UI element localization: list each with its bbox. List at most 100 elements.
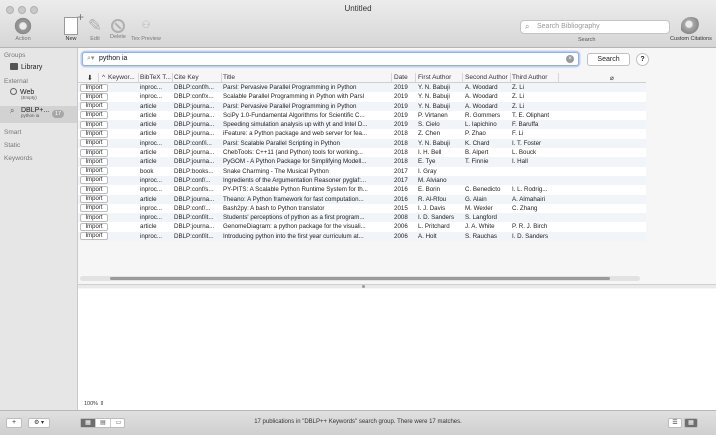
import-button[interactable]: Import (80, 129, 108, 138)
cell-third-author: I. Hall (512, 158, 528, 166)
attachment-col-icon[interactable]: ⌀ (610, 74, 614, 82)
col-title[interactable]: Title (223, 74, 391, 81)
col-cite-key[interactable]: Cite Key (174, 74, 222, 81)
table-row[interactable]: Import article DBLP:journa... Theano: A Pyt… (78, 194, 646, 204)
horizontal-scrollbar[interactable] (80, 276, 640, 281)
cell-bibtex-type: inproc... (140, 232, 163, 240)
cell-third-author: Z. Li (512, 102, 525, 110)
cell-cite-key: DBLP:journa... (174, 130, 215, 138)
add-group-button[interactable]: + (6, 418, 22, 428)
cell-date: 2018 (394, 149, 408, 157)
clear-search-icon[interactable]: × (566, 55, 574, 63)
cell-cite-key: DBLP:journa... (174, 195, 215, 203)
cell-bibtex-type: inproc... (140, 214, 163, 222)
zoom-control[interactable]: 100% ⇕ (84, 401, 104, 407)
grid-view-icon[interactable]: ▦ (684, 418, 698, 428)
table-row[interactable]: Import inproc... DBLP:conf/... Ingredients … (78, 175, 646, 186)
table-row[interactable]: Import article DBLP:journa... Parsl: Pervas… (78, 101, 646, 111)
split-divider[interactable] (78, 284, 716, 288)
groups-header: Groups (4, 52, 26, 59)
cell-first-author: A. Holt (418, 232, 437, 240)
import-button[interactable]: Import (80, 222, 108, 231)
bibliography-search-input[interactable]: ⌕ Search Bibliography (520, 20, 670, 34)
cell-first-author: I. Gray (418, 167, 437, 175)
cell-third-author: I. T. Foster (512, 139, 542, 147)
table-row[interactable]: Import inproc... DBLP:conf/it... Students' … (78, 213, 646, 223)
import-button[interactable]: Import (80, 92, 108, 101)
cell-date: 2017 (394, 167, 408, 175)
cell-title: Bash2py: A bash to Python translator (223, 204, 325, 212)
table-row[interactable]: Import inproc... DBLP:conf/s... PY-PITS: A … (78, 185, 646, 195)
col-second-author[interactable]: Second Author (465, 74, 511, 81)
cell-second-author: R. Gommers (465, 111, 501, 119)
import-button[interactable]: Import (80, 213, 108, 222)
table-row[interactable]: Import inproc... DBLP:conf/h... Parsl: Perv… (78, 83, 646, 93)
import-button[interactable]: Import (80, 148, 108, 157)
sidebar-item-dblp[interactable]: ⌕ DBLP+... python ia (10, 107, 49, 119)
table-row[interactable]: Import inproc... DBLP:conf/i... Parsl: Scal… (78, 138, 646, 149)
table-row[interactable]: Import inproc... DBLP:conf/x... Scalable Pa… (78, 92, 646, 102)
col-date[interactable]: Date (394, 74, 414, 81)
table-row[interactable]: Import book DBLP:books... Snake Charming - … (78, 166, 646, 176)
cell-second-author: J. A. White (465, 223, 495, 231)
table-row[interactable]: Import article DBLP:journa... ChebTools: C+… (78, 148, 646, 158)
glasses-icon: ⚇ (141, 20, 151, 31)
cell-first-author: Z. Chen (418, 130, 441, 138)
cell-first-author: E. Borin (418, 186, 441, 194)
cell-date: 2019 (394, 84, 408, 91)
import-button[interactable]: Import (80, 167, 108, 176)
action-button[interactable]: Action (6, 17, 40, 42)
col-keywords[interactable]: Keywor... (108, 74, 138, 81)
cell-second-author: M. Wexler (465, 204, 493, 212)
divider-handle[interactable] (362, 285, 365, 288)
table-row[interactable]: Import article DBLP:journa... Speeding simu… (78, 120, 646, 130)
col-bibtex-type[interactable]: BibTeX T... (140, 74, 173, 81)
help-button[interactable]: ? (636, 53, 649, 66)
sidebar-item-library[interactable]: Library (10, 63, 42, 71)
import-button[interactable]: Import (80, 176, 108, 185)
import-button[interactable]: Import (80, 232, 108, 241)
status-bar: + ⚙ ▾ ▦ ▤ ▭ 17 publications in "DBLP++ K… (0, 410, 716, 435)
table-row[interactable]: Import inproc... DBLP:conf/... Bash2py: A b… (78, 203, 646, 214)
import-sort-icon[interactable]: ⬇ (87, 74, 93, 82)
cell-title: Parsl: Pervasive Parallel Programming in… (223, 102, 357, 110)
custom-citations-button[interactable]: Custom Citations (666, 17, 716, 42)
table-row[interactable]: Import inproc... DBLP:conf/it... Introducin… (78, 231, 646, 242)
cell-cite-key: DBLP:conf/s... (174, 186, 214, 194)
scrollbar-thumb[interactable] (110, 277, 610, 280)
cell-bibtex-type: inproc... (140, 186, 163, 194)
cell-cite-key: DBLP:books... (174, 167, 214, 175)
col-third-author[interactable]: Third Author (512, 74, 558, 81)
import-button[interactable]: Import (80, 139, 108, 148)
cell-third-author: L. Bouck (512, 149, 537, 157)
import-button[interactable]: Import (80, 111, 108, 120)
list-view-icon[interactable]: ☰ (668, 418, 682, 428)
cell-cite-key: DBLP:journa... (174, 158, 215, 166)
import-button[interactable]: Import (80, 204, 108, 213)
cell-second-author: P. Zhao (465, 130, 486, 138)
import-button[interactable]: Import (80, 102, 108, 111)
search-button[interactable]: Search (587, 53, 630, 66)
import-button[interactable]: Import (80, 185, 108, 194)
table-row[interactable]: Import article DBLP:journa... iFeature: a P… (78, 129, 646, 139)
import-button[interactable]: Import (80, 157, 108, 166)
title-bar: Untitled Action New ✎ Edit Delete ⚇ Tex … (0, 0, 716, 48)
import-button[interactable]: Import (80, 83, 108, 92)
cell-bibtex-type: article (140, 195, 157, 203)
import-button[interactable]: Import (80, 195, 108, 204)
library-icon (10, 63, 18, 70)
search-field[interactable]: ⌕▾ python ia × (82, 52, 579, 66)
cell-second-author: T. Finnie (465, 158, 489, 166)
cell-third-author: F. Li (512, 130, 524, 138)
table-row[interactable]: Import article DBLP:journa... GenomeDiagram… (78, 222, 646, 232)
table-row[interactable]: Import article DBLP:journa... PyGOM - A Pyt… (78, 157, 646, 167)
tex-preview-button[interactable]: ⚇ Tex Preview (129, 17, 163, 42)
import-button[interactable]: Import (80, 120, 108, 129)
cell-date: 2006 (394, 232, 408, 240)
sidebar-item-web[interactable]: Web (Empty) (10, 88, 37, 100)
cell-title: PY-PITS: A Scalable Python Runtime Syste… (223, 186, 368, 194)
cell-second-author: C. Benedicto (465, 186, 501, 194)
col-first-author[interactable]: First Author (418, 74, 463, 81)
table-row[interactable]: Import article DBLP:journa... SciPy 1.0-Fun… (78, 110, 646, 121)
group-action-button[interactable]: ⚙ ▾ (28, 418, 50, 428)
